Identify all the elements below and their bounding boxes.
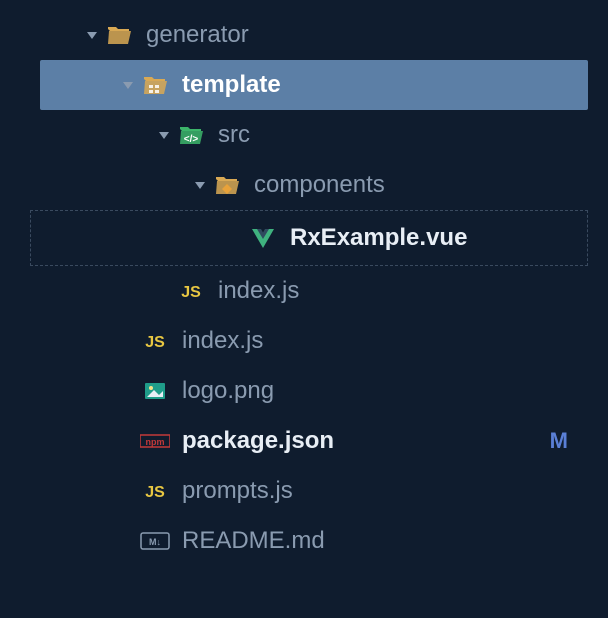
tree-item-label: components <box>254 171 385 199</box>
image-icon <box>140 376 170 406</box>
chevron-down-icon[interactable] <box>152 123 176 147</box>
tree-item-prompts-js[interactable]: JS prompts.js <box>0 466 608 516</box>
vue-icon <box>248 223 278 253</box>
svg-text:JS: JS <box>145 484 165 501</box>
svg-text:JS: JS <box>181 284 201 301</box>
folder-src-icon: </> <box>176 120 206 150</box>
svg-text:npm: npm <box>146 437 165 447</box>
folder-comp-icon <box>212 170 242 200</box>
tree-item-label: README.md <box>182 527 325 555</box>
svg-text:</>: </> <box>184 134 199 145</box>
tree-item-index-js[interactable]: JS index.js <box>0 316 608 366</box>
tree-item-components[interactable]: components <box>0 160 608 210</box>
tree-item-package-json[interactable]: npm package.json M <box>0 416 608 466</box>
tree-item-generator[interactable]: generator <box>0 10 608 60</box>
svg-text:JS: JS <box>145 334 165 351</box>
md-icon: M↓ <box>140 526 170 556</box>
tree-item-label: index.js <box>182 327 263 355</box>
js-icon: JS <box>176 276 206 306</box>
folder-open-icon <box>104 20 134 50</box>
chevron-down-icon[interactable] <box>116 73 140 97</box>
svg-text:M↓: M↓ <box>149 537 161 547</box>
tree-item-src[interactable]: </> src <box>0 110 608 160</box>
tree-item-index-js[interactable]: JS index.js <box>0 266 608 316</box>
tree-item-template[interactable]: template <box>40 60 588 110</box>
tree-item-label: template <box>182 71 281 99</box>
js-icon: JS <box>140 476 170 506</box>
tree-item-logo-png[interactable]: logo.png <box>0 366 608 416</box>
tree-item-label: RxExample.vue <box>290 224 467 252</box>
npm-icon: npm <box>140 426 170 456</box>
file-tree: generator template </> src components Rx… <box>0 10 608 566</box>
tree-item-label: package.json <box>182 427 334 455</box>
tree-item-label: generator <box>146 21 249 49</box>
chevron-down-icon[interactable] <box>188 173 212 197</box>
folder-template-icon <box>140 70 170 100</box>
tree-item-label: prompts.js <box>182 477 293 505</box>
js-icon: JS <box>140 326 170 356</box>
chevron-down-icon[interactable] <box>80 23 104 47</box>
tree-item-readme-md[interactable]: M↓ README.md <box>0 516 608 566</box>
tree-item-label: index.js <box>218 277 299 305</box>
vcs-status-badge: M <box>550 428 568 454</box>
tree-item-rxexample-vue[interactable]: RxExample.vue <box>30 210 588 266</box>
tree-item-label: logo.png <box>182 377 274 405</box>
tree-item-label: src <box>218 121 250 149</box>
